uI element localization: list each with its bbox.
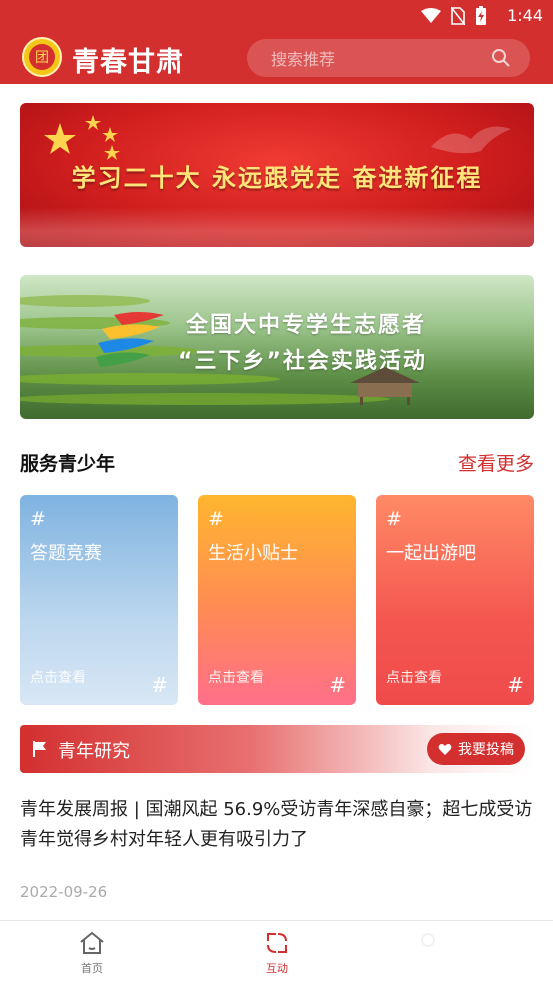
- nav-home[interactable]: 首页: [62, 929, 122, 976]
- status-bar: 1:44: [0, 0, 553, 32]
- banner-party-congress[interactable]: 学习二十大 永远跟党走 奋进新征程: [20, 103, 534, 247]
- flag-stars-icon: [44, 115, 120, 160]
- logo-mark: 团: [29, 44, 55, 70]
- card-cta: 点击查看: [30, 670, 86, 686]
- card-cta: 点击查看: [208, 670, 264, 686]
- banner-line1: 全国大中专学生志愿者: [186, 313, 427, 338]
- wifi-icon: [421, 8, 441, 28]
- search-input[interactable]: 搜索推荐: [271, 46, 490, 70]
- youth-research-bar: 青年研究 我要投稿: [20, 725, 534, 773]
- search-bar[interactable]: 搜索推荐: [247, 39, 530, 77]
- status-time: 1:44: [507, 6, 543, 25]
- article-date: 2022-09-26: [20, 883, 108, 901]
- card-travel[interactable]: # 一起出游吧 点击查看 #: [376, 495, 534, 705]
- cyl-emblem-icon[interactable]: 团: [22, 37, 62, 77]
- heart-icon: [438, 743, 452, 756]
- hut-icon: [350, 367, 420, 405]
- nav-faded[interactable]: [398, 929, 458, 960]
- card-hash: #: [386, 508, 402, 530]
- volunteer-logo-icon: [94, 311, 174, 373]
- card-title: 答题竞赛: [30, 543, 102, 564]
- card-cta: 点击查看: [386, 670, 442, 686]
- card-title: 生活小贴士: [208, 543, 298, 564]
- nav-label: 互动: [266, 962, 288, 975]
- status-icons: [421, 6, 487, 30]
- submit-article-button[interactable]: 我要投稿: [427, 733, 525, 765]
- home-icon: [62, 929, 122, 957]
- interact-icon: [247, 929, 307, 957]
- card-hash: #: [30, 508, 46, 530]
- banner-wave: [20, 207, 534, 247]
- card-life-tips[interactable]: # 生活小贴士 点击查看 #: [198, 495, 356, 705]
- submit-label: 我要投稿: [458, 742, 514, 758]
- view-more-link[interactable]: 查看更多: [458, 449, 534, 476]
- section-title: 服务青少年: [20, 453, 116, 475]
- banner-text: 学习二十大 永远跟党走 奋进新征程: [71, 164, 483, 192]
- battery-charging-icon: [475, 6, 487, 30]
- card-hash-corner: #: [151, 673, 168, 697]
- no-sim-icon: [450, 6, 466, 29]
- service-section-header: 服务青少年 查看更多: [20, 447, 534, 475]
- card-hash-corner: #: [507, 673, 524, 697]
- nav-interact[interactable]: 互动: [247, 929, 307, 976]
- app-title: 青春甘肃: [72, 47, 184, 78]
- card-hash: #: [208, 508, 224, 530]
- article-title-link[interactable]: 青年发展周报 | 国潮风起 56.9%受访青年深感自豪；超七成受访青年觉得乡村对…: [20, 795, 535, 855]
- banner-volunteer[interactable]: 全国大中专学生志愿者 “三下乡”社会实践活动: [20, 275, 534, 419]
- card-title: 一起出游吧: [386, 543, 476, 564]
- card-quiz[interactable]: # 答题竞赛 点击查看 #: [20, 495, 178, 705]
- research-label: 青年研究: [58, 741, 130, 762]
- search-icon[interactable]: [490, 47, 512, 69]
- flag-icon: [32, 740, 48, 762]
- faded-icon: [398, 929, 458, 957]
- app-header: 1:44 团 青春甘肃 搜索推荐: [0, 0, 553, 84]
- nav-label: 首页: [81, 962, 103, 975]
- bottom-nav: 首页 互动: [0, 920, 553, 983]
- card-hash-corner: #: [329, 673, 346, 697]
